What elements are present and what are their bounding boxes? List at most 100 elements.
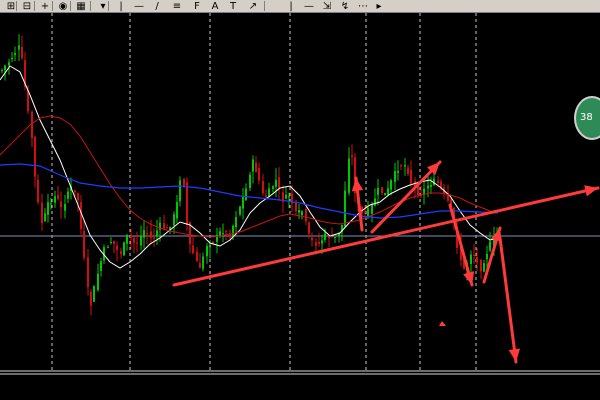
candle-body (348, 158, 350, 193)
candle-body (27, 90, 29, 112)
candle-body (242, 197, 244, 209)
candle-body (397, 170, 399, 173)
candle-body (31, 111, 33, 139)
candle-body (146, 233, 148, 235)
candle-body (21, 46, 23, 58)
candle-body (176, 202, 178, 219)
candle-body (140, 236, 142, 246)
candle-body (252, 159, 254, 172)
candle-body (480, 260, 482, 272)
shift-icon[interactable]: ⇲ (320, 0, 334, 12)
candle-body (136, 242, 138, 244)
candle-body (120, 251, 122, 255)
candle-body (14, 53, 16, 56)
candle-body (486, 253, 488, 260)
candle-body (123, 242, 125, 256)
toolbar-separator (16, 1, 17, 11)
candle-body (93, 286, 95, 302)
candle-body (50, 203, 52, 205)
candle-body (331, 236, 333, 238)
candle-body (209, 244, 211, 248)
candle-body (328, 236, 330, 239)
toolbar-separator (52, 1, 53, 11)
arrow-tool-icon[interactable]: ↗ (246, 0, 260, 12)
candle-body (153, 237, 155, 239)
candle-body (351, 155, 353, 157)
candle-body (473, 255, 475, 257)
horizontal-line-icon[interactable]: — (132, 0, 146, 12)
candle-body (308, 222, 310, 234)
candle-body (404, 165, 406, 167)
text-icon[interactable]: A (208, 0, 222, 12)
chart-canvas[interactable] (0, 13, 600, 400)
candle-body (116, 245, 118, 251)
candle-body (275, 179, 277, 187)
candle-body (60, 201, 62, 208)
candle-body (163, 223, 165, 229)
candle-body (476, 256, 478, 263)
toolbar-separator (90, 1, 91, 11)
candle-body (315, 242, 317, 246)
grid-icon[interactable]: ⋯ (356, 0, 370, 12)
candle-body (390, 180, 392, 190)
toolbar: ⊞ ⊟ + ◉ ▦ ▾ | — / ≡ F A T ↗ | — ⇲ ↯ ⋯ ▸ (0, 0, 600, 13)
candle-body (258, 168, 260, 181)
add-indicator-icon[interactable]: + (38, 0, 52, 12)
candle-body (143, 230, 145, 238)
candle-body (225, 231, 227, 233)
candle-body (87, 257, 89, 288)
candle-body (377, 188, 379, 195)
candle-body (186, 182, 188, 225)
candle-body (11, 58, 13, 60)
vertical-line-icon[interactable]: | (114, 0, 128, 12)
candle-body (410, 170, 412, 184)
candle-body (344, 190, 346, 227)
candle-body (249, 174, 251, 189)
candle-body (334, 236, 336, 238)
candle-body (387, 188, 389, 195)
candle-body (100, 261, 102, 271)
navigator-icon[interactable]: ◉ (56, 0, 70, 12)
candle-body (133, 237, 135, 243)
candle-body (381, 187, 383, 194)
candle-body (321, 240, 323, 244)
candle-body (179, 180, 181, 202)
candle-body (470, 254, 472, 264)
step-icon[interactable]: — (302, 0, 316, 12)
more-icon[interactable]: ▸ (372, 0, 386, 12)
fan-icon[interactable]: ↯ (338, 0, 352, 12)
candle-body (272, 186, 274, 189)
zoom-out-icon[interactable]: ⊟ (20, 0, 34, 12)
period-line-icon[interactable]: | (284, 0, 298, 12)
candle-body (212, 242, 214, 244)
candle-body (245, 188, 247, 200)
candle-body (126, 234, 128, 244)
candle-body (107, 247, 109, 249)
candle-body (268, 188, 270, 197)
candle-body (110, 242, 112, 244)
trendline-icon[interactable]: / (150, 0, 164, 12)
candle-body (97, 273, 99, 290)
toolbar-separator (70, 1, 71, 11)
candle-body (239, 206, 241, 215)
channel-icon[interactable]: ≡ (170, 0, 184, 12)
candle-body (394, 171, 396, 182)
candle-body (44, 213, 46, 222)
template-icon[interactable]: ▦ (74, 0, 88, 12)
price-chart[interactable] (0, 13, 600, 400)
candle-body (192, 245, 194, 254)
candle-body (298, 210, 300, 213)
candle-body (364, 211, 366, 213)
candle-body (407, 167, 409, 174)
candle-body (430, 185, 432, 187)
candle-body (489, 241, 491, 251)
candle-body (305, 208, 307, 222)
fib-icon[interactable]: F (190, 0, 204, 12)
candle-body (371, 204, 373, 214)
candle-body (262, 180, 264, 194)
candle-body (77, 193, 79, 201)
label-icon[interactable]: T (226, 0, 240, 12)
candle-body (367, 208, 369, 216)
candle-body (8, 62, 10, 66)
candle-body (235, 217, 237, 228)
